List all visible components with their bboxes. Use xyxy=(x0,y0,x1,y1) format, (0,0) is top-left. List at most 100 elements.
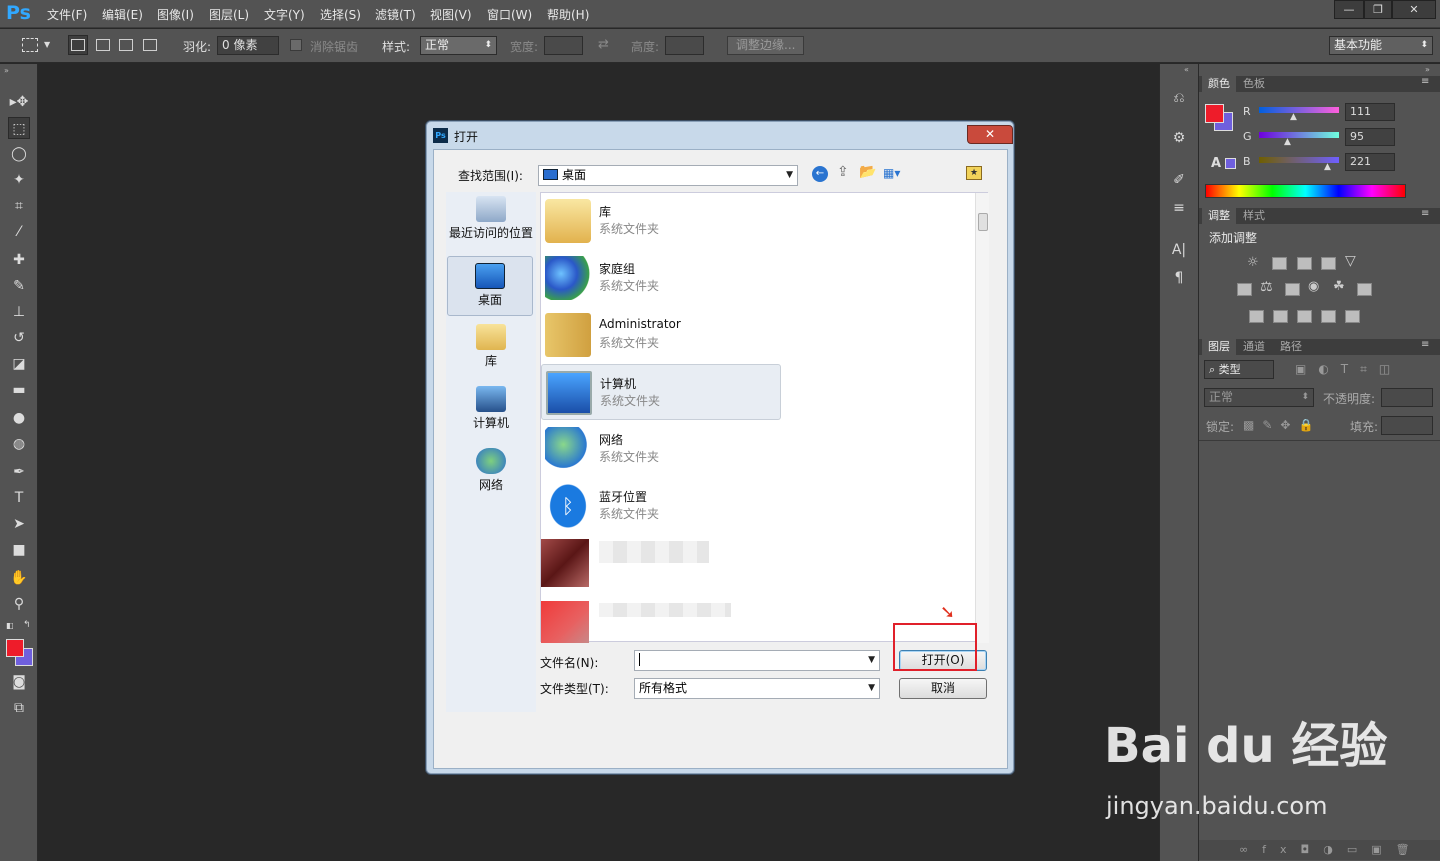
menu-filter[interactable]: 滤镜(T) xyxy=(375,6,416,23)
menu-type[interactable]: 文字(Y) xyxy=(264,6,305,23)
list-item[interactable]: 计算机 系统文件夹 xyxy=(541,364,781,420)
path-selection-tool-icon[interactable]: ➤ xyxy=(8,513,30,535)
brush-presets-icon[interactable]: ✐ xyxy=(1169,170,1189,190)
foreground-color-swatch[interactable] xyxy=(1205,104,1224,123)
foreground-color-swatch[interactable] xyxy=(6,639,24,657)
black-white-icon[interactable] xyxy=(1285,283,1300,296)
vibrance-icon[interactable]: ▽ xyxy=(1345,253,1356,269)
tab-swatches[interactable]: 色板 xyxy=(1237,76,1271,92)
levels-icon[interactable] xyxy=(1272,257,1287,270)
intersect-selection-icon[interactable] xyxy=(143,39,157,51)
place-desktop[interactable]: 桌面 xyxy=(447,256,533,316)
dialog-close-button[interactable]: ✕ xyxy=(967,125,1013,144)
panel-menu-icon[interactable]: ≡ xyxy=(1421,76,1429,87)
hue-saturation-icon[interactable] xyxy=(1237,283,1252,296)
collapse-icon[interactable]: « xyxy=(1184,65,1189,74)
zoom-tool-icon[interactable]: ⚲ xyxy=(8,593,30,615)
screen-mode-icon[interactable]: ⧉ xyxy=(8,697,30,719)
default-colors-icon[interactable]: ◧ xyxy=(6,621,14,630)
history-brush-tool-icon[interactable]: ↺ xyxy=(8,327,30,349)
antialias-checkbox[interactable] xyxy=(290,39,302,51)
filetype-select[interactable]: 所有格式 ▼ xyxy=(634,678,880,699)
g-slider-thumb[interactable]: ▲ xyxy=(1284,137,1291,147)
menu-edit[interactable]: 编辑(E) xyxy=(102,6,143,23)
menu-image[interactable]: 图像(I) xyxy=(157,6,194,23)
blend-mode-select[interactable]: 正常 ⬍ xyxy=(1204,388,1314,407)
blurred-thumbnail[interactable] xyxy=(541,539,589,587)
curves-icon[interactable] xyxy=(1297,257,1312,270)
selective-color-icon[interactable] xyxy=(1321,310,1336,323)
hand-tool-icon[interactable]: ✋ xyxy=(8,567,30,589)
style-select[interactable]: 正常 ⬍ xyxy=(420,36,497,55)
move-tool-icon[interactable]: ▸✥ xyxy=(8,91,30,113)
workspace-select[interactable]: 基本功能 ⬍ xyxy=(1329,36,1433,55)
color-lookup-icon[interactable] xyxy=(1357,283,1372,296)
restore-button[interactable]: ❐ xyxy=(1364,0,1392,19)
tab-paths[interactable]: 路径 xyxy=(1274,339,1308,355)
swap-icon[interactable]: ⇄ xyxy=(598,37,609,52)
invert-icon[interactable] xyxy=(1249,310,1264,323)
photo-filter-icon[interactable]: ◉ xyxy=(1308,279,1319,294)
back-icon[interactable]: ← xyxy=(812,166,828,182)
refine-edge-button[interactable]: 调整边缘... xyxy=(727,36,805,55)
place-network[interactable]: 网络 xyxy=(446,448,536,493)
collapse-icon[interactable]: » xyxy=(4,66,9,75)
swap-colors-icon[interactable]: ↰ xyxy=(23,620,31,630)
height-input[interactable] xyxy=(665,36,704,55)
panel-menu-icon[interactable]: ≡ xyxy=(1421,208,1429,219)
color-balance-icon[interactable]: ⚖ xyxy=(1260,279,1273,295)
scrollbar-thumb[interactable] xyxy=(978,213,988,231)
new-folder-icon[interactable]: 📂 xyxy=(859,164,876,180)
feather-input[interactable]: 0 像素 xyxy=(217,36,279,55)
clone-stamp-tool-icon[interactable]: ⊥ xyxy=(8,301,30,323)
lasso-tool-icon[interactable]: ◯ xyxy=(8,143,30,165)
r-input[interactable]: 111 xyxy=(1345,103,1395,121)
place-computer[interactable]: 计算机 xyxy=(446,386,536,431)
list-item[interactable]: 网络 系统文件夹 xyxy=(541,421,781,477)
favorite-folder-icon[interactable]: ★ xyxy=(966,166,982,180)
menu-layer[interactable]: 图层(L) xyxy=(209,6,249,23)
channel-mixer-icon[interactable]: ☘ xyxy=(1333,279,1345,294)
healing-brush-tool-icon[interactable]: ✚ xyxy=(8,249,30,271)
minimize-button[interactable]: — xyxy=(1334,0,1364,19)
close-button[interactable]: ✕ xyxy=(1392,0,1436,19)
pen-tool-icon[interactable]: ✒ xyxy=(8,461,30,483)
subtract-selection-icon[interactable] xyxy=(119,39,133,51)
exposure-icon[interactable] xyxy=(1321,257,1336,270)
view-menu-icon[interactable]: ▦▾ xyxy=(883,166,900,180)
quick-mask-icon[interactable]: ◙ xyxy=(8,671,30,693)
collapse-icon[interactable]: » xyxy=(1425,65,1430,74)
layer-filter-icons[interactable]: ▣◐T⌗◫ xyxy=(1295,362,1402,377)
menu-window[interactable]: 窗口(W) xyxy=(487,6,532,23)
character-panel-icon[interactable]: A| xyxy=(1169,240,1189,260)
rectangle-tool-icon[interactable]: ■ xyxy=(8,539,30,561)
add-selection-icon[interactable] xyxy=(96,39,110,51)
magic-wand-tool-icon[interactable]: ✦ xyxy=(8,169,30,191)
blurred-thumbnail[interactable] xyxy=(541,601,589,643)
filter-kind-select[interactable]: ⌕ 类型 xyxy=(1204,360,1274,379)
posterize-icon[interactable] xyxy=(1273,310,1288,323)
place-library[interactable]: 库 xyxy=(446,324,536,369)
eyedropper-tool-icon[interactable]: ⁄ xyxy=(8,221,30,243)
brightness-contrast-icon[interactable]: ☼ xyxy=(1247,255,1259,270)
dodge-tool-icon[interactable]: ◍ xyxy=(8,433,30,455)
fill-input[interactable] xyxy=(1381,416,1433,435)
chevron-down-icon[interactable]: ▼ xyxy=(44,40,50,49)
list-item[interactable]: ᛒ 蓝牙位置 系统文件夹 xyxy=(541,478,781,534)
opacity-input[interactable] xyxy=(1381,388,1433,407)
type-tool-icon[interactable]: T xyxy=(8,487,30,509)
dialog-titlebar[interactable]: Ps 打开 ✕ xyxy=(431,125,1013,147)
menu-file[interactable]: 文件(F) xyxy=(47,6,87,23)
panel-menu-icon[interactable]: ≡ xyxy=(1421,339,1429,350)
tab-layers[interactable]: 图层 xyxy=(1202,339,1236,355)
paragraph-panel-icon[interactable]: ¶ xyxy=(1169,268,1189,288)
menu-select[interactable]: 选择(S) xyxy=(320,6,361,23)
list-item[interactable]: 家庭组 系统文件夹 xyxy=(541,250,781,306)
web-safe-swatch[interactable] xyxy=(1225,158,1236,169)
crop-tool-icon[interactable]: ⌗ xyxy=(8,195,30,217)
threshold-icon[interactable] xyxy=(1297,310,1312,323)
lock-icons[interactable]: ▩✎✥🔒 xyxy=(1243,418,1321,432)
list-item[interactable]: 库系统文件夹 xyxy=(541,193,781,249)
menu-help[interactable]: 帮助(H) xyxy=(547,6,589,23)
up-folder-icon[interactable]: ⇪ xyxy=(837,164,849,180)
